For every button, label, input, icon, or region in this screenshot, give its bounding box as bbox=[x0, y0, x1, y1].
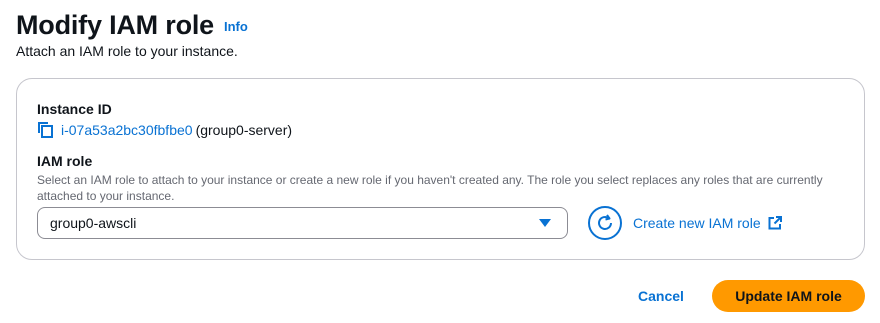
create-new-iam-role-link[interactable]: Create new IAM role bbox=[633, 215, 782, 231]
iam-role-description: Select an IAM role to attach to your ins… bbox=[37, 173, 823, 203]
iam-role-select[interactable]: group0-awscli bbox=[37, 207, 568, 239]
caret-down-icon bbox=[539, 219, 551, 227]
refresh-icon bbox=[598, 214, 612, 230]
instance-name: (group0-server) bbox=[195, 122, 293, 138]
iam-role-label: IAM role bbox=[37, 153, 93, 169]
instance-id-label: Instance ID bbox=[37, 101, 112, 117]
page-title: Modify IAM role bbox=[16, 10, 214, 40]
create-new-iam-role-label: Create new IAM role bbox=[633, 215, 761, 231]
refresh-button[interactable] bbox=[588, 206, 622, 240]
copy-icon[interactable] bbox=[37, 121, 55, 139]
update-iam-role-button[interactable]: Update IAM role bbox=[712, 280, 865, 312]
external-link-icon bbox=[768, 216, 782, 230]
info-link[interactable]: Info bbox=[224, 19, 248, 34]
iam-role-select-value: group0-awscli bbox=[50, 215, 137, 231]
instance-id-link[interactable]: i-07a53a2bc30fbfbe0 bbox=[61, 122, 193, 138]
cancel-button[interactable]: Cancel bbox=[626, 280, 696, 312]
page-subtitle: Attach an IAM role to your instance. bbox=[16, 43, 238, 59]
page-header: Modify IAM role Info bbox=[16, 10, 248, 41]
instance-id-row: i-07a53a2bc30fbfbe0 (group0-server) bbox=[37, 121, 292, 139]
role-settings-card: Instance ID i-07a53a2bc30fbfbe0 (group0-… bbox=[16, 78, 865, 260]
